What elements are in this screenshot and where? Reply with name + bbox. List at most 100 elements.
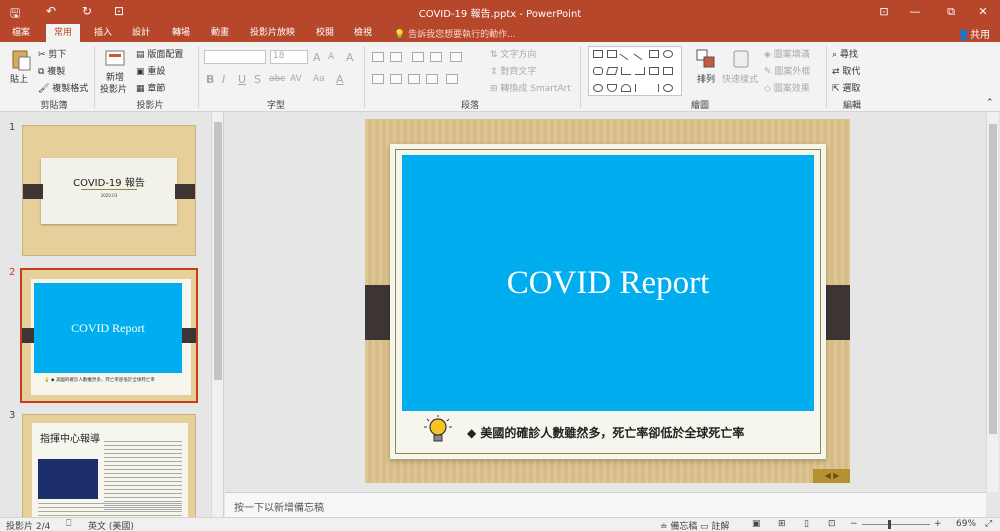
shape-textbox-vertical[interactable] [607, 50, 617, 58]
shapes-gallery[interactable] [588, 46, 682, 96]
reset-button[interactable]: ▣ 重設 [136, 64, 165, 77]
italic-button[interactable]: I [222, 73, 225, 86]
select-button[interactable]: ⇱ 選取 [832, 81, 860, 94]
shape-rectangle[interactable] [649, 50, 659, 58]
collapse-ribbon-icon[interactable]: ⌃ [986, 98, 994, 108]
shadow-button[interactable]: S [254, 73, 261, 86]
thumbnails-scroll-thumb[interactable] [214, 122, 222, 380]
quick-styles-label[interactable]: 快速樣式 [722, 72, 758, 85]
slide-caption[interactable]: ◆ 美國的確診人數雖然多，死亡率卻低於全球死亡率 [467, 424, 744, 441]
quick-styles-icon[interactable] [730, 48, 752, 68]
editor-vertical-scrollbar[interactable] [986, 112, 998, 492]
shape-rounded-rect[interactable] [593, 67, 603, 75]
slide-thumbnail-3[interactable]: 指揮中心報導 [22, 414, 196, 517]
copy-button[interactable]: ⧉ 複製 [38, 64, 65, 77]
slide-title[interactable]: COVID Report [402, 265, 814, 302]
shape-star[interactable] [663, 84, 673, 92]
notes-toggle[interactable]: ≐ 備忘稿 [660, 519, 697, 531]
share-button[interactable]: 👤共用 [958, 26, 990, 41]
new-slide-icon[interactable] [104, 48, 126, 68]
smartart-button[interactable]: ⊞ 轉換成 SmartArt [490, 81, 571, 94]
tab-animations[interactable]: 動畫 [203, 24, 237, 42]
shape-connector[interactable] [621, 67, 631, 75]
paste-label[interactable]: 貼上 [10, 72, 28, 85]
notes-placeholder[interactable]: 按一下以新增備忘稿 [234, 499, 324, 514]
tab-home[interactable]: 常用 [46, 24, 81, 42]
restore-button[interactable]: ⧉ [940, 3, 962, 21]
shape-arrow-line[interactable] [633, 47, 647, 61]
paste-icon[interactable] [10, 48, 32, 71]
decrease-indent-icon[interactable] [412, 52, 424, 62]
ribbon-display-options-icon[interactable]: ⊡ [873, 3, 895, 21]
arrange-icon[interactable] [695, 48, 717, 68]
layout-button[interactable]: ▤ 版面配置 [136, 47, 183, 60]
thumbnails-scrollbar[interactable] [211, 112, 223, 517]
tab-insert[interactable]: 插入 [86, 24, 120, 42]
change-case-button[interactable]: Aa [313, 74, 325, 84]
tell-me-search[interactable]: 💡 告訴我您想要執行的動作... [394, 27, 516, 40]
font-name-combo[interactable] [204, 50, 266, 64]
zoom-slider[interactable] [862, 520, 930, 529]
replace-button[interactable]: ⇄ 取代 [832, 64, 860, 77]
tab-review[interactable]: 校閱 [308, 24, 342, 42]
shape-elbow[interactable] [635, 67, 645, 75]
shape-parallelogram[interactable] [605, 67, 619, 75]
fit-to-window-icon[interactable]: ⤢ [985, 519, 992, 529]
shape-curve[interactable] [607, 84, 617, 92]
clear-format-button[interactable]: A [346, 51, 354, 64]
shape-brace[interactable] [649, 84, 659, 92]
slide-thumbnail-1[interactable]: COVID-19 報告 2020.03 [22, 125, 196, 256]
format-painter-button[interactable]: 🖌 複製格式 [38, 81, 88, 94]
strikethrough-button[interactable]: abc [269, 74, 285, 84]
slide-thumbnail-2[interactable]: COVID Report 💡 ◆ 美國的確診人數雖然多，死亡率卻低於全球死亡率 [20, 268, 198, 403]
shape-bracket[interactable] [635, 84, 645, 92]
line-spacing-icon[interactable] [450, 52, 462, 62]
align-left-icon[interactable] [372, 74, 384, 84]
align-center-icon[interactable] [390, 74, 402, 84]
zoom-slider-thumb[interactable] [888, 520, 891, 529]
prev-arrow-icon[interactable]: ◀ [825, 471, 831, 480]
tab-transitions[interactable]: 轉場 [164, 24, 198, 42]
shape-triangle[interactable] [593, 84, 603, 92]
current-slide[interactable]: COVID Report ◆ 美國的確診人數雖然多，死亡率卻低於全球死亡率 ◀ … [365, 119, 850, 483]
find-button[interactable]: ⌕ 尋找 [832, 47, 858, 60]
bullets-icon[interactable] [372, 52, 384, 62]
shape-right-arrow[interactable] [649, 67, 659, 75]
font-size-combo[interactable]: 18 [270, 50, 308, 64]
shape-arc[interactable] [621, 84, 631, 92]
slideshow-view-icon[interactable]: ⊡ [828, 519, 836, 529]
numbering-icon[interactable] [390, 52, 402, 62]
align-text-button[interactable]: ⇕ 對齊文字 [490, 64, 536, 77]
comments-toggle[interactable]: ▭ 註解 [700, 519, 729, 531]
shrink-font-button[interactable]: A [328, 52, 334, 62]
increase-indent-icon[interactable] [430, 52, 442, 62]
next-arrow-icon[interactable]: ▶ [833, 471, 839, 480]
tab-slideshow[interactable]: 投影片放映 [242, 24, 303, 42]
shape-fill-button[interactable]: ◈ 圖案填滿 [764, 47, 810, 60]
minimize-button[interactable]: — [904, 3, 926, 21]
notes-pane[interactable]: 按一下以新增備忘稿 [225, 492, 986, 517]
title-placeholder[interactable]: COVID Report [402, 155, 814, 411]
char-spacing-button[interactable]: AV [290, 74, 302, 84]
shape-line[interactable] [619, 47, 633, 61]
text-direction-button[interactable]: ⇅ 文字方向 [490, 47, 536, 60]
align-right-icon[interactable] [408, 74, 420, 84]
shape-down-arrow[interactable] [663, 67, 673, 75]
section-button[interactable]: ▦ 章節 [136, 81, 165, 94]
tab-file[interactable]: 檔案 [4, 24, 38, 42]
close-button[interactable]: ✕ [972, 3, 994, 21]
bold-button[interactable]: B [206, 73, 214, 86]
slide-sorter-icon[interactable]: ⊞ [778, 519, 786, 529]
shape-oval[interactable] [663, 50, 673, 58]
justify-icon[interactable] [426, 74, 438, 84]
language-indicator[interactable]: 英文 (美國) [88, 519, 134, 531]
spellcheck-icon[interactable]: ⎕ [66, 519, 71, 529]
zoom-out-button[interactable]: − [850, 519, 858, 529]
tab-design[interactable]: 設計 [124, 24, 158, 42]
columns-icon[interactable] [446, 74, 458, 84]
cut-button[interactable]: ✂ 剪下 [38, 47, 66, 60]
underline-button[interactable]: U [238, 73, 246, 86]
tab-view[interactable]: 檢視 [346, 24, 380, 42]
shape-textbox[interactable] [593, 50, 603, 58]
font-color-button[interactable]: A [336, 73, 344, 86]
